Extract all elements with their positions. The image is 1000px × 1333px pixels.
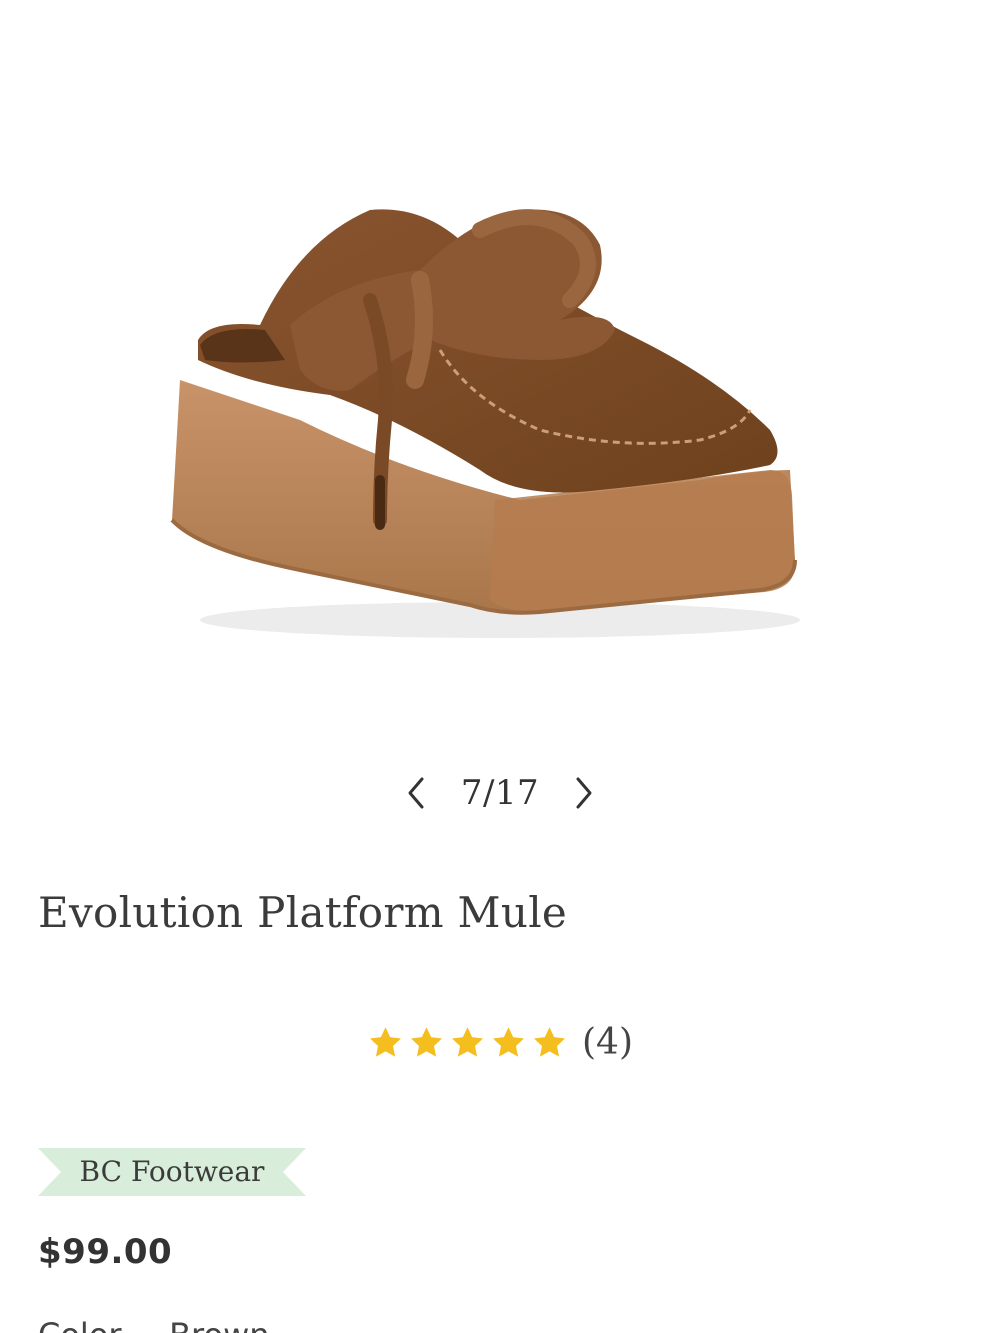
color-separator: - (140, 1316, 152, 1333)
product-page: 7/17 Evolution Platform Mule (4) BC Foot… (0, 0, 1000, 1333)
color-value: Brown (169, 1316, 269, 1333)
brand-link[interactable]: BC Footwear (38, 1148, 306, 1196)
gallery-pager: 7/17 (0, 765, 1000, 821)
gallery-prev-button[interactable] (401, 773, 431, 813)
chevron-left-icon (408, 777, 424, 809)
star-icon (411, 1026, 442, 1057)
star-icon (534, 1026, 565, 1057)
product-title: Evolution Platform Mule (38, 888, 568, 937)
rating-stars (367, 1025, 568, 1061)
star-icon (452, 1026, 483, 1057)
brand-tag[interactable]: BC Footwear (38, 1148, 306, 1196)
review-count[interactable]: (4) (582, 1022, 633, 1063)
gallery-next-button[interactable] (569, 773, 599, 813)
color-label: Color (38, 1316, 122, 1333)
product-rating[interactable]: (4) (0, 1022, 1000, 1063)
product-price: $99.00 (38, 1232, 173, 1272)
product-image-gallery[interactable] (0, 0, 1000, 740)
star-icon (370, 1026, 401, 1057)
chevron-right-icon (576, 777, 592, 809)
product-image (170, 209, 800, 638)
color-selection: Color -Brown (38, 1316, 270, 1333)
star-icon (493, 1026, 524, 1057)
gallery-counter: 7/17 (460, 773, 540, 813)
